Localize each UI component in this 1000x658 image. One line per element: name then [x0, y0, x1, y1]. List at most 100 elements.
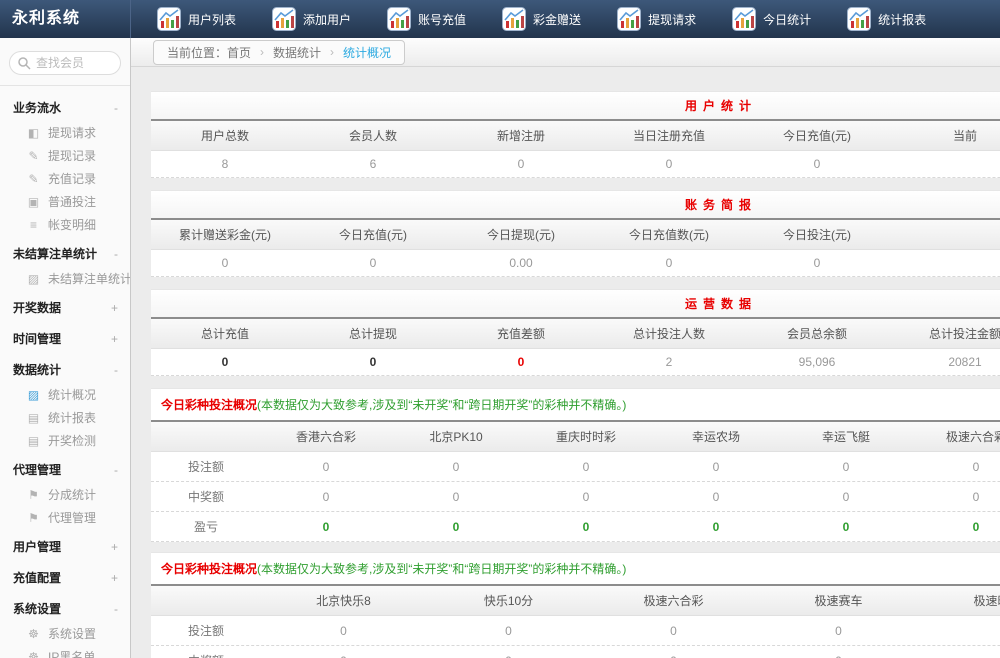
column-header: 今日投注(元) — [743, 220, 891, 249]
chart-icon — [157, 7, 181, 31]
sidebar-section-title[interactable]: 开奖数据+ — [0, 290, 130, 321]
table-cell: 0 — [151, 349, 299, 375]
bet-cell: 0 — [781, 484, 911, 510]
sidebar-section-label: 代理管理 — [13, 461, 61, 478]
sidebar-item[interactable]: ▣普通投注 — [0, 190, 130, 213]
bet-cell: 0 — [921, 648, 1000, 658]
list-icon: ≡ — [26, 218, 41, 232]
sidebar-item[interactable]: ⚑代理管理 — [0, 506, 130, 529]
breadcrumb-location: 当前位置：首页 — [167, 44, 251, 61]
bet-title-text: 今日彩种投注概况 — [161, 398, 257, 412]
content-area: 用户统计用户总数会员人数新增注册当日注册充值今日充值(元)当前86000账务简报… — [131, 67, 1000, 658]
expand-icon: + — [111, 571, 118, 585]
sidebar-item[interactable]: ✎提现记录 — [0, 144, 130, 167]
sidebar-item[interactable]: ⚑分成统计 — [0, 483, 130, 506]
stats-table-panel: 运营数据总计充值总计提现充值差额总计投注人数会员总余额总计投注金额000295,… — [151, 289, 1000, 376]
sidebar-item[interactable]: ◧提现请求 — [0, 121, 130, 144]
bet-cell: 0 — [426, 648, 591, 658]
expand-icon: + — [111, 540, 118, 554]
lottery-column-header: 极速六合彩 — [911, 422, 1000, 451]
table-cell: 0 — [743, 151, 891, 177]
nav-item-label: 统计报表 — [878, 11, 926, 28]
bet-row-label: 盈亏 — [151, 512, 261, 541]
nav-item-6[interactable]: 今日统计 — [732, 7, 811, 31]
bet-cell: 0 — [391, 484, 521, 510]
sidebar-item[interactable]: ☸IP黑名单 — [0, 645, 130, 658]
nav-item-label: 账号充值 — [418, 11, 466, 28]
speaker-icon: ◧ — [26, 126, 41, 140]
lottery-column-header: 幸运农场 — [651, 422, 781, 451]
sidebar-item[interactable]: ✎充值记录 — [0, 167, 130, 190]
sidebar-item-label: 统计概况 — [48, 386, 96, 403]
lottery-column-header: 极速六合彩 — [591, 586, 756, 615]
collapse-icon: - — [114, 247, 118, 261]
app-logo: 永利系统 — [0, 0, 131, 38]
chart-icon — [617, 7, 641, 31]
sidebar-item-label: 开奖检测 — [48, 432, 96, 449]
table-title-bar: 账务简报 — [151, 190, 1000, 220]
top-nav: 用户列表 添加用户 账号充值 彩金赠送 提现请求 今日统计 统计报表 — [131, 7, 926, 31]
bet-cell: 0 — [921, 618, 1000, 644]
expand-icon: + — [111, 332, 118, 346]
sidebar-section-title[interactable]: 用户管理+ — [0, 529, 130, 560]
table-row: 86000 — [151, 151, 1000, 178]
sidebar-section-title[interactable]: 充值配置 + — [0, 560, 130, 591]
sidebar-section-title[interactable]: 数据统计- — [0, 352, 130, 383]
sidebar-item-label: 分成统计 — [48, 486, 96, 503]
column-header: 会员人数 — [299, 121, 447, 150]
top-navbar: 永利系统 用户列表 添加用户 账号充值 彩金赠送 提现请求 今日统计 统计报表 — [0, 0, 1000, 38]
lottery-column-header: 北京快乐8 — [261, 586, 426, 615]
sidebar-section-label: 充值配置 — [13, 569, 61, 586]
bet-cell: 0 — [261, 454, 391, 480]
sidebar-item[interactable]: ▤ 开奖检测 — [0, 429, 130, 452]
chart-icon: ▨ — [26, 388, 41, 402]
sidebar-item-label: 普通投注 — [48, 193, 96, 210]
table-row: 000.0000 — [151, 250, 1000, 277]
sidebar-section-title[interactable]: 业务流水- — [0, 90, 130, 121]
column-header: 今日提现(元) — [447, 220, 595, 249]
collapse-icon: - — [114, 463, 118, 477]
nav-item-2[interactable]: 添加用户 — [272, 7, 351, 31]
sidebar-item[interactable]: ▨未结算注单统计 — [0, 267, 130, 290]
sidebar-section-title[interactable]: 时间管理+ — [0, 321, 130, 352]
sidebar-section-label: 开奖数据 — [13, 299, 61, 316]
breadcrumb-item-1[interactable]: 数据统计 — [273, 44, 321, 61]
bet-cell: 0 — [756, 648, 921, 658]
bet-cell: 0 — [591, 618, 756, 644]
nav-item-1[interactable]: 用户列表 — [157, 7, 236, 31]
bet-title-note: (本数据仅为大致参考,涉及到“未开奖”和“跨日期开奖”的彩种并不精确。) — [257, 562, 626, 576]
nav-item-3[interactable]: 账号充值 — [387, 7, 466, 31]
sidebar-item[interactable]: ▤统计报表 — [0, 406, 130, 429]
column-header: 今日充值数(元) — [595, 220, 743, 249]
sidebar-item-label: 统计报表 — [48, 409, 96, 426]
stats-table-panel: 账务简报累计赠送彩金(元)今日充值(元)今日提现(元)今日充值数(元)今日投注(… — [151, 190, 1000, 277]
sidebar-item-label: 系统设置 — [48, 625, 96, 642]
sidebar-section-title[interactable]: 未结算注单统计- — [0, 236, 130, 267]
bet-cell: 0 — [651, 484, 781, 510]
bet-row: 中奖额000000 — [151, 482, 1000, 512]
chart-icon — [502, 7, 526, 31]
bet-row-label: 投注额 — [151, 616, 261, 645]
sidebar-section-title[interactable]: 系统设置- — [0, 591, 130, 622]
nav-item-7[interactable]: 统计报表 — [847, 7, 926, 31]
stats-table-panel: 用户统计用户总数会员人数新增注册当日注册充值今日充值(元)当前86000 — [151, 91, 1000, 178]
edit-icon: ✎ — [26, 149, 41, 163]
table-cell: 6 — [299, 151, 447, 177]
sidebar-item[interactable]: ▨ 统计概况 — [0, 383, 130, 406]
nav-item-label: 提现请求 — [648, 11, 696, 28]
sidebar-item[interactable]: ≡帐变明细 — [0, 213, 130, 236]
bet-row-label: 投注额 — [151, 452, 261, 481]
nav-item-4[interactable]: 彩金赠送 — [502, 7, 581, 31]
bet-title-note: (本数据仅为大致参考,涉及到“未开奖”和“跨日期开奖”的彩种并不精确。) — [257, 398, 626, 412]
bet-cell: 0 — [781, 454, 911, 480]
nav-item-5[interactable]: 提现请求 — [617, 7, 696, 31]
bet-row-label: 中奖额 — [151, 482, 261, 511]
bet-cell: 0 — [756, 618, 921, 644]
report-icon: ▤ — [26, 434, 41, 448]
bet-cell: 0 — [591, 648, 756, 658]
sidebar-section-title[interactable]: 代理管理 - — [0, 452, 130, 483]
bet-cell: 0 — [261, 514, 391, 540]
sidebar-item[interactable]: ☸系统设置 — [0, 622, 130, 645]
bet-cell: 0 — [521, 484, 651, 510]
breadcrumb-item-2[interactable]: 统计概况 — [343, 44, 391, 61]
